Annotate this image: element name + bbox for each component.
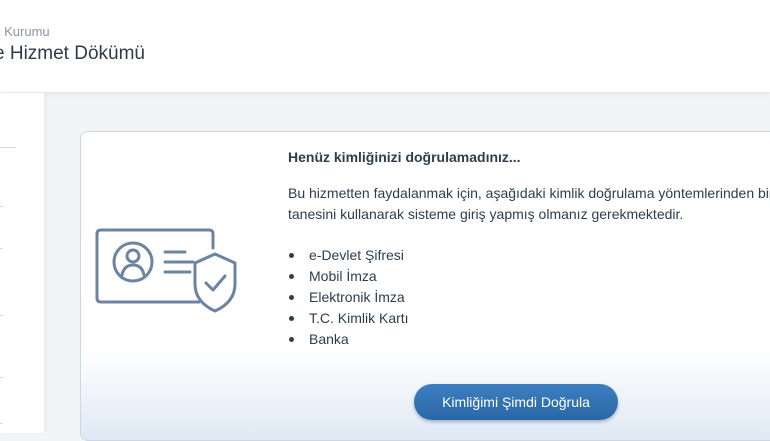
verification-methods-list: e-Devlet Şifresi Mobil İmza Elektronik İ… bbox=[288, 245, 409, 350]
sidebar-item[interactable] bbox=[0, 377, 3, 378]
breadcrumb[interactable]: k Kurumu bbox=[0, 24, 50, 39]
list-item: Elektronik İmza bbox=[288, 287, 409, 308]
list-item: T.C. Kimlik Kartı bbox=[288, 308, 409, 329]
card-description: Bu hizmetten faydalanmak için, aşağıdaki… bbox=[288, 185, 770, 222]
list-item: Banka bbox=[288, 329, 409, 350]
sidebar-divider bbox=[0, 147, 16, 148]
identity-verification-card: Henüz kimliğinizi doğrulamadınız... Bu h… bbox=[80, 131, 770, 441]
id-card-shield-icon bbox=[95, 224, 245, 329]
sidebar-item[interactable] bbox=[0, 248, 3, 249]
list-item: e-Devlet Şifresi bbox=[288, 245, 409, 266]
verify-identity-button[interactable]: Kimliğimi Şimdi Doğrula bbox=[414, 384, 618, 420]
page-title: e Hizmet Dökümü bbox=[0, 43, 145, 64]
sidebar-item[interactable] bbox=[0, 423, 3, 424]
list-item: Mobil İmza bbox=[288, 266, 409, 287]
sidebar-item[interactable] bbox=[0, 315, 3, 316]
page-header: k Kurumu e Hizmet Dökümü bbox=[0, 0, 770, 92]
sidebar bbox=[0, 93, 44, 433]
card-title: Henüz kimliğinizi doğrulamadınız... bbox=[288, 149, 521, 165]
sidebar-item[interactable] bbox=[0, 206, 3, 207]
